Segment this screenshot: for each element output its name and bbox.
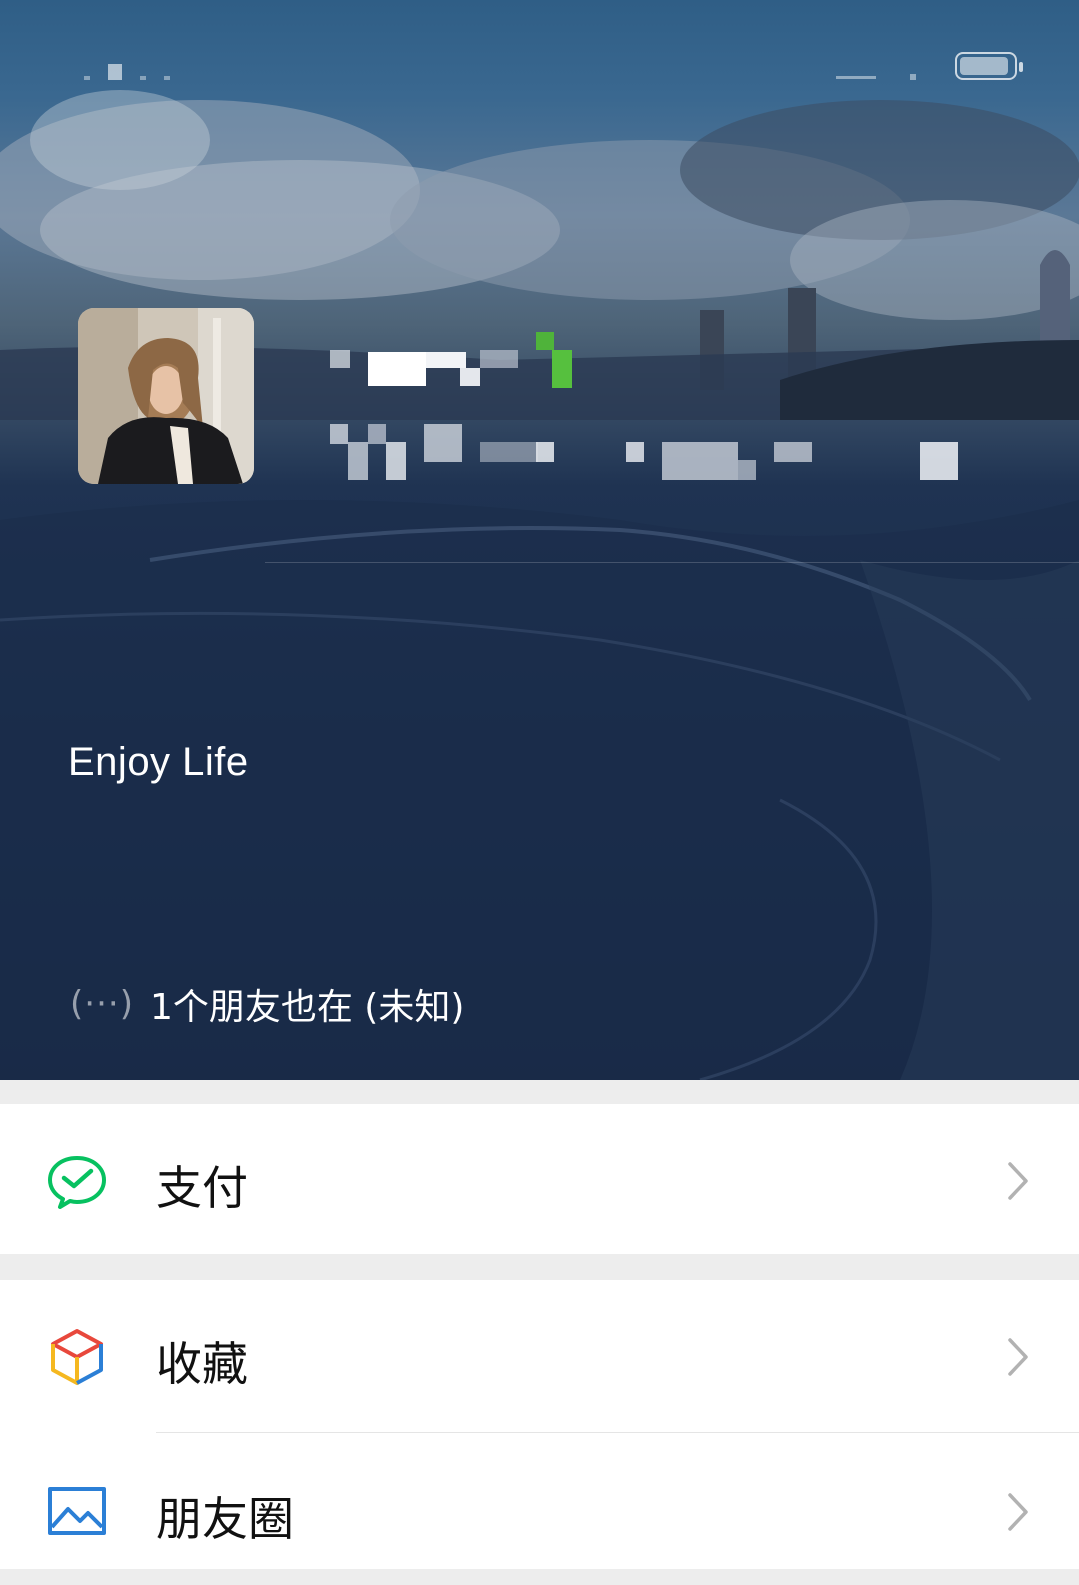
friends-status-text: 1个朋友也在 (未知) <box>149 987 465 1028</box>
menu-item-label: 支付 <box>156 1161 248 1215</box>
chevron-right-icon <box>1008 1338 1028 1376</box>
wechat-id-pixelated[interactable] <box>330 422 970 482</box>
menu-item-pay[interactable]: 支付 <box>0 1104 1079 1254</box>
avatar-photo <box>78 308 254 484</box>
status-bar-right <box>830 50 1030 86</box>
nickname-pixelated[interactable] <box>330 330 580 390</box>
friends-status[interactable]: (···) 1个朋友也在 (未知) <box>70 978 464 1030</box>
status-bar-left <box>80 50 210 86</box>
section-gap <box>0 1080 1079 1104</box>
menu-item-favorites[interactable]: 收藏 <box>0 1280 1079 1430</box>
avatar[interactable] <box>78 308 254 484</box>
wifi-icon <box>836 74 916 80</box>
menu-item-label: 朋友圈 <box>156 1492 294 1546</box>
menu-group-main: 收藏 朋友圈 <box>0 1280 1079 1569</box>
battery-icon <box>955 52 1023 80</box>
menu-group-pay: 支付 <box>0 1104 1079 1254</box>
menu-divider <box>156 1432 1079 1433</box>
status-signature[interactable]: Enjoy Life <box>68 740 249 785</box>
background-photo <box>0 90 1079 1080</box>
moments-icon <box>48 1487 106 1535</box>
ellipsis-status-icon: (···) <box>70 984 134 1024</box>
signal-icon <box>84 64 170 80</box>
chevron-right-icon <box>1008 1162 1028 1200</box>
menu-item-moments[interactable]: 朋友圈 <box>0 1435 1079 1585</box>
chevron-right-icon <box>1008 1493 1028 1531</box>
menu-item-label: 收藏 <box>156 1337 248 1391</box>
header-divider <box>265 562 1079 563</box>
favorites-icon <box>51 1329 103 1385</box>
pay-icon <box>48 1156 106 1209</box>
profile-header: Enjoy Life (···) 1个朋友也在 (未知) <box>0 0 1079 1080</box>
